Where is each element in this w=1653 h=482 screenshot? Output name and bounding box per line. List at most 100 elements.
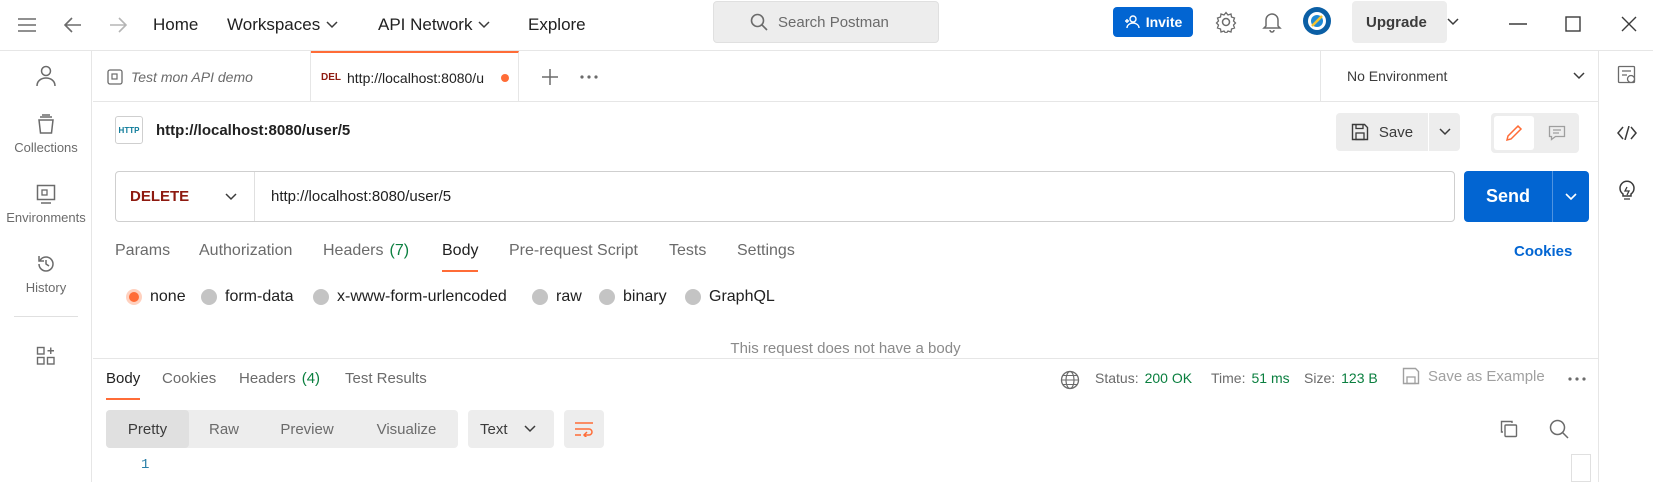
tab-delete-request[interactable]: DEL http://localhost:8080/u <box>311 51 519 102</box>
tab-headers-label: Headers <box>323 242 384 259</box>
tab-settings[interactable]: Settings <box>737 242 795 270</box>
radio <box>599 289 615 305</box>
code-icon[interactable] <box>1615 121 1639 145</box>
notifications-bell-icon[interactable] <box>1259 9 1285 35</box>
edit-pencil-icon[interactable] <box>1494 116 1534 150</box>
sidebar-item-environments[interactable]: Environments <box>0 184 92 225</box>
tab-headers[interactable]: Headers (7) <box>323 242 409 270</box>
environment-label: No Environment <box>1347 68 1448 84</box>
response-tab-headers[interactable]: Headers (4) <box>239 370 320 392</box>
tab-body[interactable]: Body <box>442 242 479 272</box>
sidebar-item-history[interactable]: History <box>0 254 92 295</box>
save-button-group: Save <box>1336 113 1460 151</box>
body-option-binary[interactable]: binary <box>599 287 667 307</box>
new-tab-plus-icon[interactable] <box>538 65 562 89</box>
url-input[interactable]: http://localhost:8080/user/5 <box>255 188 451 205</box>
save-as-example-button[interactable]: Save as Example <box>1402 367 1545 385</box>
nav-home[interactable]: Home <box>153 12 198 38</box>
scrollbar[interactable] <box>1571 454 1591 482</box>
more-tabs-icon[interactable] <box>577 65 601 89</box>
back-arrow-icon[interactable] <box>60 12 86 38</box>
more-options-icon[interactable] <box>1566 368 1588 390</box>
format-select[interactable]: Text <box>468 410 554 448</box>
view-preview[interactable]: Preview <box>259 410 355 448</box>
response-tab-test-results[interactable]: Test Results <box>345 370 427 392</box>
settings-gear-icon[interactable] <box>1213 9 1239 35</box>
avatar[interactable] <box>1302 6 1332 36</box>
minimize-icon[interactable] <box>1506 12 1530 36</box>
http-request-icon: HTTP <box>115 116 143 144</box>
save-label: Save <box>1378 123 1414 141</box>
cookies-link[interactable]: Cookies <box>1514 243 1572 260</box>
response-time[interactable]: Time: 51 ms <box>1211 370 1290 390</box>
wrap-lines-icon[interactable] <box>564 410 604 448</box>
view-raw[interactable]: Raw <box>189 410 259 448</box>
upgrade-button[interactable]: Upgrade <box>1352 1 1459 43</box>
body-option-none[interactable]: none <box>126 287 186 307</box>
response-divider[interactable] <box>93 358 1598 359</box>
example-icon <box>107 68 123 85</box>
time-label: Time: <box>1211 370 1246 386</box>
view-pretty[interactable]: Pretty <box>106 410 189 448</box>
configure-sidebar-icon[interactable] <box>33 343 59 369</box>
tab-tests[interactable]: Tests <box>669 242 706 270</box>
tab-params[interactable]: Params <box>115 242 170 270</box>
search-icon[interactable] <box>1548 418 1570 440</box>
send-button-group: Send <box>1464 171 1589 222</box>
response-headers-label: Headers <box>239 370 296 387</box>
invite-button[interactable]: Invite <box>1113 7 1193 37</box>
tab-test-mon-api-demo[interactable]: Test mon API demo <box>93 51 311 102</box>
method-label: DELETE <box>130 188 190 205</box>
chevron-down-icon <box>478 21 491 29</box>
globe-icon[interactable] <box>1059 369 1081 391</box>
response-tab-cookies[interactable]: Cookies <box>162 370 216 392</box>
response-tab-body[interactable]: Body <box>106 370 141 400</box>
close-icon[interactable] <box>1617 12 1641 36</box>
tab-pre-request-script[interactable]: Pre-request Script <box>509 242 638 270</box>
nav-workspaces-label: Workspaces <box>227 15 321 34</box>
nav-api-network[interactable]: API Network <box>378 12 491 38</box>
send-button[interactable]: Send <box>1464 186 1552 207</box>
user-icon[interactable] <box>33 63 59 89</box>
body-option-graphql[interactable]: GraphQL <box>685 287 775 307</box>
response-view-selector: Pretty Raw Preview Visualize <box>106 410 458 448</box>
body-option-form-data[interactable]: form-data <box>201 287 293 307</box>
response-size[interactable]: Size: 123 B <box>1304 370 1378 390</box>
headers-count: (7) <box>389 242 410 259</box>
copy-icon[interactable] <box>1498 418 1520 440</box>
view-visualize[interactable]: Visualize <box>355 410 458 448</box>
menu-icon[interactable] <box>14 12 40 38</box>
radio <box>313 289 329 305</box>
radio <box>532 289 548 305</box>
body-option-raw[interactable]: raw <box>532 287 582 307</box>
search-input[interactable]: Search Postman <box>713 1 939 43</box>
method-select[interactable]: DELETE <box>116 172 255 221</box>
lightbulb-icon[interactable] <box>1615 178 1639 202</box>
response-status[interactable]: Status: 200 OK <box>1095 370 1192 390</box>
radio <box>685 289 701 305</box>
tab-authorization[interactable]: Authorization <box>199 242 292 270</box>
save-options-dropdown[interactable] <box>1429 113 1460 151</box>
top-bar: Home Workspaces API Network Explore Sear… <box>0 0 1653 51</box>
save-button[interactable]: Save <box>1336 113 1429 151</box>
left-sidebar: Collections Environments History <box>0 51 92 482</box>
sidebar-item-collections[interactable]: Collections <box>0 114 92 155</box>
environment-quick-look-icon[interactable] <box>1615 63 1639 87</box>
comments-icon[interactable] <box>1538 116 1576 150</box>
forward-arrow-icon[interactable] <box>105 12 131 38</box>
nav-workspaces[interactable]: Workspaces <box>227 12 338 38</box>
save-floppy-icon <box>1402 367 1420 385</box>
sidebar-divider <box>14 316 78 317</box>
nav-api-network-label: API Network <box>378 15 473 34</box>
environment-select[interactable]: No Environment <box>1320 51 1598 102</box>
status-label: Status: <box>1095 370 1139 386</box>
request-url-bar: DELETE http://localhost:8080/user/5 <box>115 171 1455 222</box>
nav-explore[interactable]: Explore <box>528 12 586 38</box>
send-options-dropdown[interactable] <box>1552 171 1589 222</box>
tab-label: Test mon API demo <box>131 68 253 85</box>
body-option-urlencoded[interactable]: x-www-form-urlencoded <box>313 287 507 307</box>
request-title[interactable]: http://localhost:8080/user/5 <box>156 122 350 139</box>
nav-explore-label: Explore <box>528 15 586 34</box>
maximize-icon[interactable] <box>1561 12 1585 36</box>
collections-icon <box>36 114 56 134</box>
